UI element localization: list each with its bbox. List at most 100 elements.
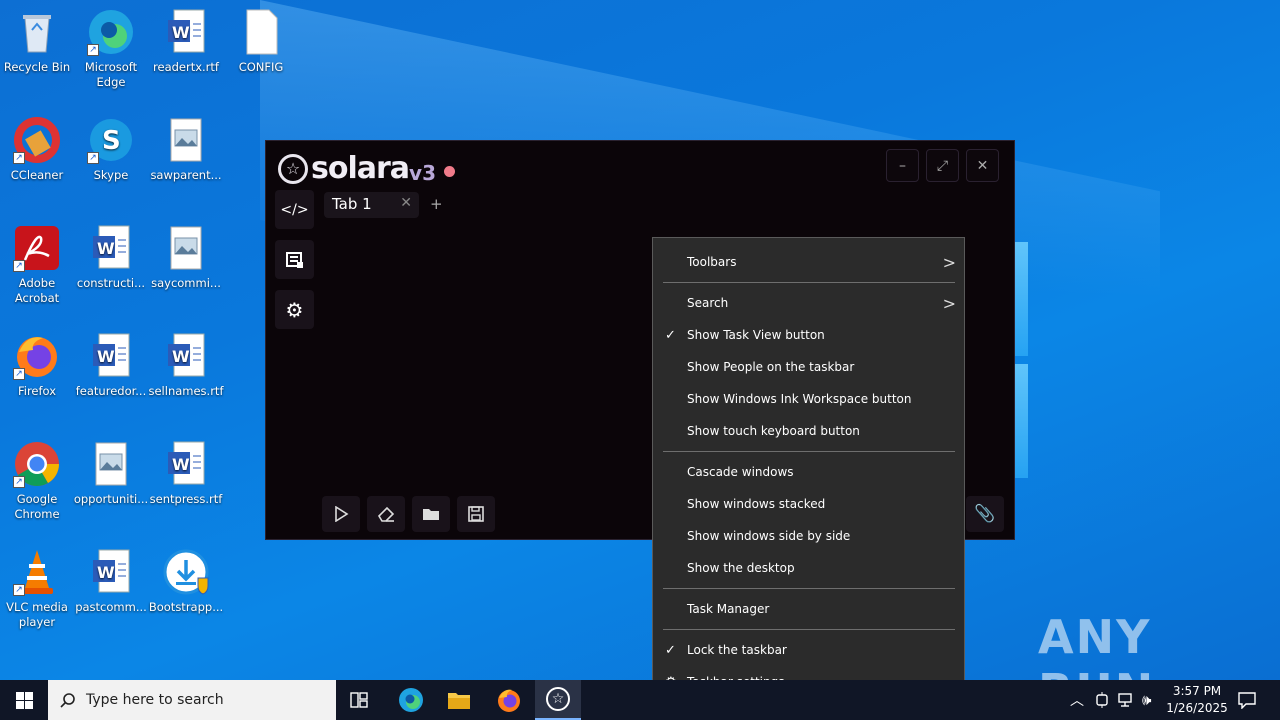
checkmark-icon: ✓ bbox=[665, 327, 676, 343]
desktop-icon-adobe-acrobat[interactable]: ↗ Adobe Acrobat bbox=[0, 224, 75, 306]
desktop-icon-featuredor[interactable]: W featuredor... bbox=[73, 332, 149, 399]
tray-device-icon[interactable] bbox=[1095, 680, 1109, 720]
image-file-icon bbox=[162, 116, 210, 164]
menu-item-search[interactable]: Search > bbox=[653, 287, 964, 319]
desktop-icon-microsoft-edge[interactable]: ↗ Microsoft Edge bbox=[73, 8, 149, 90]
bootstrapper-download-icon bbox=[162, 548, 210, 596]
svg-text:W: W bbox=[97, 347, 115, 366]
acrobat-icon: ↗ bbox=[13, 224, 61, 272]
solara-brand: ☆ solara v3 bbox=[278, 151, 455, 186]
folder-icon bbox=[448, 693, 470, 709]
desktop-icon-sentpress[interactable]: W sentpress.rtf bbox=[148, 440, 224, 507]
desktop-icon-sawparent[interactable]: sawparent... bbox=[148, 116, 224, 183]
folder-icon bbox=[423, 509, 439, 520]
menu-item-label: Task Manager bbox=[687, 602, 770, 616]
svg-text:S: S bbox=[102, 126, 121, 156]
blank-file-icon bbox=[237, 8, 285, 56]
menu-item-show-ink-workspace[interactable]: Show Windows Ink Workspace button bbox=[653, 383, 964, 415]
show-hidden-icons-button[interactable]: ︿ bbox=[1070, 680, 1084, 720]
menu-item-label: Show windows stacked bbox=[687, 497, 826, 511]
menu-item-show-task-view[interactable]: ✓ Show Task View button bbox=[653, 319, 964, 351]
menu-item-label: Show People on the taskbar bbox=[687, 360, 855, 374]
taskbar-file-explorer[interactable] bbox=[436, 680, 482, 720]
tab-close-icon[interactable]: ✕ bbox=[400, 195, 412, 211]
desktop-icon-bootstrapper[interactable]: Bootstrapp... bbox=[148, 548, 224, 615]
vlc-cone-icon: ↗ bbox=[13, 548, 61, 596]
tray-network-icon[interactable] bbox=[1118, 680, 1136, 720]
firefox-icon bbox=[498, 689, 520, 712]
menu-item-label: Lock the taskbar bbox=[687, 643, 787, 657]
menu-item-toolbars[interactable]: Toolbars > bbox=[653, 246, 964, 278]
clear-button[interactable] bbox=[367, 496, 405, 532]
add-tab-button[interactable]: + bbox=[430, 195, 443, 213]
edge-icon: ↗ bbox=[87, 8, 135, 56]
taskbar-search-box[interactable]: Type here to search bbox=[48, 680, 336, 720]
taskbar-edge[interactable] bbox=[388, 680, 434, 720]
maximize-icon: ⤢ bbox=[936, 157, 949, 174]
tray-volume-icon[interactable]: 🕪 bbox=[1142, 680, 1151, 720]
start-button[interactable] bbox=[0, 680, 48, 720]
desktop-icon-recycle-bin[interactable]: Recycle Bin bbox=[0, 8, 75, 75]
minimize-button[interactable]: – bbox=[886, 149, 919, 182]
menu-item-show-people[interactable]: Show People on the taskbar bbox=[653, 351, 964, 383]
menu-item-lock-taskbar[interactable]: ✓ Lock the taskbar bbox=[653, 634, 964, 666]
menu-item-show-touch-keyboard[interactable]: Show touch keyboard button bbox=[653, 415, 964, 447]
sidebar-scripts-button[interactable] bbox=[275, 240, 314, 279]
word-document-icon: W bbox=[87, 548, 135, 596]
word-document-icon: W bbox=[162, 440, 210, 488]
desktop-icon-google-chrome[interactable]: ↗ Google Chrome bbox=[0, 440, 75, 522]
desktop-icon-label: Recycle Bin bbox=[3, 60, 71, 74]
desktop-icon-label: Bootstrapp... bbox=[148, 600, 224, 614]
action-center-button[interactable] bbox=[1238, 680, 1256, 720]
desktop-icon-label: CCleaner bbox=[10, 168, 64, 182]
open-file-button[interactable] bbox=[412, 496, 450, 532]
desktop-icon-constructi[interactable]: W constructi... bbox=[73, 224, 149, 291]
sidebar-editor-button[interactable]: </> bbox=[275, 190, 314, 229]
taskbar-firefox[interactable] bbox=[486, 680, 532, 720]
network-icon bbox=[1118, 693, 1132, 707]
execute-button[interactable] bbox=[322, 496, 360, 532]
attach-button[interactable]: 📎 bbox=[966, 496, 1004, 532]
desktop-icon-pastcomm[interactable]: W pastcomm... bbox=[73, 548, 149, 615]
desktop-icon-opportuniti[interactable]: opportuniti... bbox=[73, 440, 149, 507]
desktop-icon-readertx[interactable]: W readertx.rtf bbox=[148, 8, 224, 75]
chevron-right-icon: > bbox=[942, 252, 956, 272]
desktop-icon-config[interactable]: CONFIG bbox=[223, 8, 299, 75]
task-view-icon bbox=[350, 692, 368, 708]
menu-item-cascade-windows[interactable]: Cascade windows bbox=[653, 456, 964, 488]
menu-item-windows-side-by-side[interactable]: Show windows side by side bbox=[653, 520, 964, 552]
save-button[interactable] bbox=[457, 496, 495, 532]
close-button[interactable]: ✕ bbox=[966, 149, 999, 182]
svg-text:W: W bbox=[172, 455, 190, 474]
menu-item-task-manager[interactable]: Task Manager bbox=[653, 593, 964, 625]
desktop-icon-vlc[interactable]: ↗ VLC media player bbox=[0, 548, 75, 630]
menu-item-label: Cascade windows bbox=[687, 465, 794, 479]
desktop-icon-label: sellnames.rtf bbox=[148, 384, 224, 398]
menu-item-show-desktop[interactable]: Show the desktop bbox=[653, 552, 964, 584]
desktop-icon-ccleaner[interactable]: ↗ CCleaner bbox=[0, 116, 75, 183]
script-list-icon bbox=[285, 251, 303, 268]
svg-text:W: W bbox=[172, 347, 190, 366]
sidebar-settings-button[interactable]: ⚙ bbox=[275, 290, 314, 329]
desktop-icon-firefox[interactable]: ↗ Firefox bbox=[0, 332, 75, 399]
status-dot bbox=[444, 166, 455, 177]
taskbar-clock[interactable]: 3:57 PM 1/26/2025 bbox=[1162, 683, 1232, 717]
taskbar-solara[interactable]: ☆ bbox=[535, 680, 581, 720]
minimize-icon: – bbox=[899, 157, 906, 174]
desktop-icon-sellnames[interactable]: W sellnames.rtf bbox=[148, 332, 224, 399]
word-document-icon: W bbox=[87, 332, 135, 380]
desktop-icon-skype[interactable]: S ↗ Skype bbox=[73, 116, 149, 183]
play-icon bbox=[335, 506, 349, 522]
task-view-button[interactable] bbox=[336, 680, 382, 720]
menu-item-label: Show Task View button bbox=[687, 328, 825, 342]
search-icon bbox=[60, 693, 75, 708]
menu-item-windows-stacked[interactable]: Show windows stacked bbox=[653, 488, 964, 520]
desktop-icon-saycommi[interactable]: saycommi... bbox=[148, 224, 224, 291]
maximize-button[interactable]: ⤢ bbox=[926, 149, 959, 182]
tab-1[interactable]: Tab 1 ✕ bbox=[324, 192, 419, 218]
usb-device-icon bbox=[1096, 692, 1108, 708]
eraser-icon bbox=[377, 506, 395, 522]
windows-logo-icon bbox=[15, 691, 33, 709]
menu-item-label: Toolbars bbox=[687, 255, 737, 269]
desktop-icon-label: constructi... bbox=[76, 276, 146, 290]
